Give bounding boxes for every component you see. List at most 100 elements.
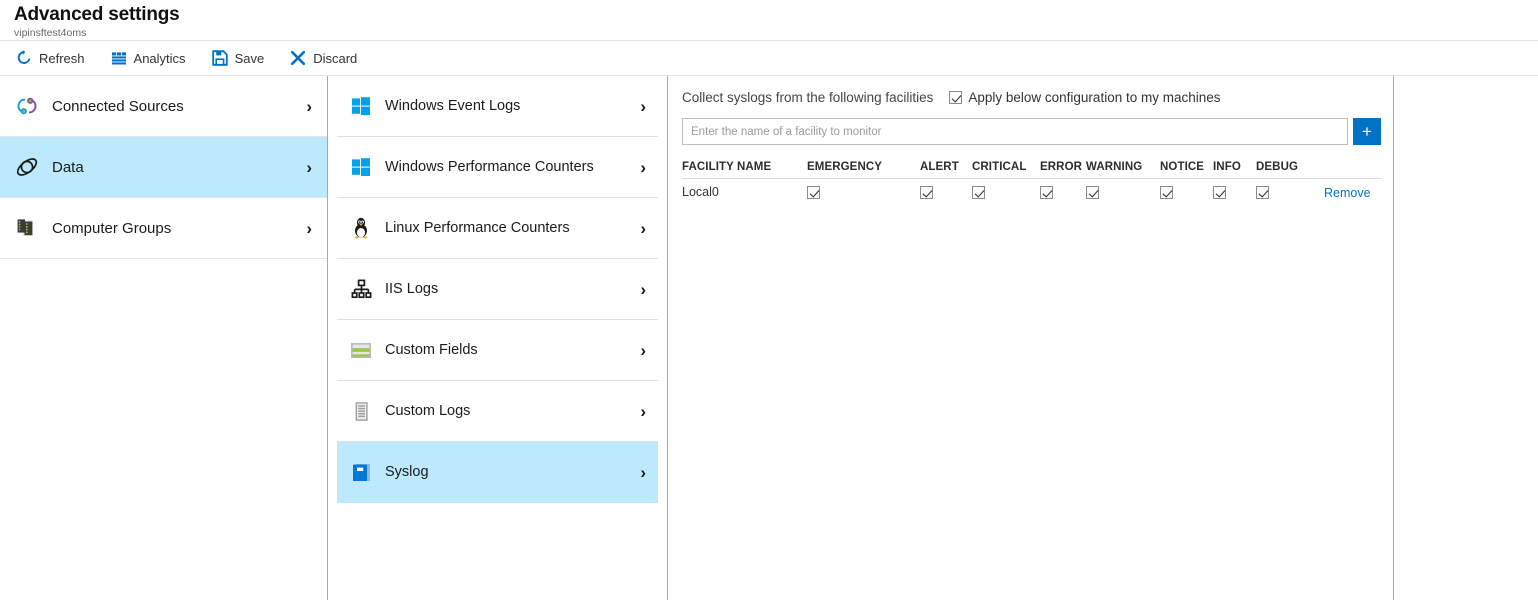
source-item-label: Windows Performance Counters bbox=[385, 159, 640, 175]
windows-icon bbox=[349, 94, 373, 118]
facility-entry-row: + bbox=[682, 118, 1381, 145]
command-bar: Refresh Analytics Save bbox=[0, 41, 1538, 76]
sidebar-item-label: Computer Groups bbox=[52, 220, 306, 237]
chevron-right-icon: › bbox=[306, 220, 314, 237]
column-header-facility-name: FACILITY NAME bbox=[682, 161, 807, 179]
source-item-label: Linux Performance Counters bbox=[385, 220, 640, 236]
syslog-detail-pane: Collect syslogs from the following facil… bbox=[668, 76, 1538, 600]
chevron-right-icon: › bbox=[306, 159, 314, 176]
facility-name-cell: Local0 bbox=[682, 179, 807, 203]
source-item-label: Syslog bbox=[385, 464, 640, 480]
chevron-right-icon: › bbox=[640, 281, 648, 298]
source-item-syslog[interactable]: Syslog › bbox=[337, 442, 658, 503]
windows-icon bbox=[349, 155, 373, 179]
level-cell-alert bbox=[920, 179, 972, 203]
apply-configuration-checkbox[interactable] bbox=[949, 91, 962, 104]
column-header-notice: NOTICE bbox=[1160, 161, 1213, 179]
syslog-detail-inner: Collect syslogs from the following facil… bbox=[668, 76, 1394, 600]
source-item-windows-event-logs[interactable]: Windows Event Logs › bbox=[337, 76, 658, 137]
chevron-right-icon: › bbox=[640, 464, 648, 481]
connected-sources-icon bbox=[14, 93, 40, 119]
source-item-label: Custom Fields bbox=[385, 342, 640, 358]
syslog-book-icon bbox=[349, 460, 373, 484]
chevron-right-icon: › bbox=[640, 403, 648, 420]
refresh-icon bbox=[16, 50, 32, 66]
level-cell-notice bbox=[1160, 179, 1213, 203]
page-header: Advanced settings vipinsftest4oms bbox=[0, 0, 1538, 41]
save-label: Save bbox=[235, 51, 265, 66]
sidebar-item-computer-groups[interactable]: Computer Groups › bbox=[0, 198, 327, 259]
chevron-right-icon: › bbox=[306, 98, 314, 115]
refresh-button[interactable]: Refresh bbox=[16, 45, 85, 71]
analytics-label: Analytics bbox=[134, 51, 186, 66]
level-checkbox-warning[interactable] bbox=[1086, 186, 1099, 199]
remove-facility-link[interactable]: Remove bbox=[1324, 186, 1371, 200]
chevron-right-icon: › bbox=[640, 220, 648, 237]
discard-label: Discard bbox=[313, 51, 357, 66]
level-checkbox-error[interactable] bbox=[1040, 186, 1053, 199]
level-checkbox-emergency[interactable] bbox=[807, 186, 820, 199]
save-icon bbox=[212, 50, 228, 66]
refresh-label: Refresh bbox=[39, 51, 85, 66]
custom-fields-icon bbox=[349, 338, 373, 362]
source-item-windows-performance-counters[interactable]: Windows Performance Counters › bbox=[337, 137, 658, 198]
table-row: Local0 Remove bbox=[682, 179, 1381, 203]
column-header-debug: DEBUG bbox=[1256, 161, 1324, 179]
source-item-label: Windows Event Logs bbox=[385, 98, 640, 114]
source-item-iis-logs[interactable]: IIS Logs › bbox=[337, 259, 658, 320]
collect-facilities-label: Collect syslogs from the following facil… bbox=[682, 90, 933, 105]
source-item-custom-fields[interactable]: Custom Fields › bbox=[337, 320, 658, 381]
column-header-error: ERROR bbox=[1040, 161, 1086, 179]
linux-penguin-icon bbox=[349, 216, 373, 240]
collect-config-row: Collect syslogs from the following facil… bbox=[682, 87, 1393, 108]
analytics-icon bbox=[111, 50, 127, 66]
level-checkbox-alert[interactable] bbox=[920, 186, 933, 199]
discard-button[interactable]: Discard bbox=[290, 45, 357, 71]
facility-table: FACILITY NAME EMERGENCY ALERT CRITICAL E… bbox=[682, 161, 1381, 202]
column-header-info: INFO bbox=[1213, 161, 1256, 179]
remove-cell: Remove bbox=[1324, 179, 1381, 203]
sidebar-item-connected-sources[interactable]: Connected Sources › bbox=[0, 76, 327, 137]
level-cell-error bbox=[1040, 179, 1086, 203]
data-atom-icon bbox=[14, 154, 40, 180]
source-item-label: Custom Logs bbox=[385, 403, 640, 419]
chevron-right-icon: › bbox=[640, 98, 648, 115]
workspace-name: vipinsftest4oms bbox=[14, 27, 1538, 40]
column-header-critical: CRITICAL bbox=[972, 161, 1040, 179]
save-button[interactable]: Save bbox=[212, 45, 265, 71]
apply-configuration-toggle[interactable]: Apply below configuration to my machines bbox=[949, 90, 1220, 105]
sitemap-icon bbox=[349, 277, 373, 301]
column-header-emergency: EMERGENCY bbox=[807, 161, 920, 179]
source-item-linux-performance-counters[interactable]: Linux Performance Counters › bbox=[337, 198, 658, 259]
analytics-button[interactable]: Analytics bbox=[111, 45, 186, 71]
chevron-right-icon: › bbox=[640, 159, 648, 176]
level-checkbox-critical[interactable] bbox=[972, 186, 985, 199]
apply-configuration-label: Apply below configuration to my machines bbox=[968, 90, 1220, 105]
data-source-list: Windows Event Logs › Windows Performance… bbox=[328, 76, 668, 600]
level-cell-debug bbox=[1256, 179, 1324, 203]
source-item-custom-logs[interactable]: Custom Logs › bbox=[337, 381, 658, 442]
sidebar-item-data[interactable]: Data › bbox=[0, 137, 327, 198]
discard-icon bbox=[290, 50, 306, 66]
page-title: Advanced settings bbox=[14, 4, 1538, 26]
custom-logs-icon bbox=[349, 399, 373, 423]
chevron-right-icon: › bbox=[640, 342, 648, 359]
level-checkbox-debug[interactable] bbox=[1256, 186, 1269, 199]
level-cell-emergency bbox=[807, 179, 920, 203]
column-header-warning: WARNING bbox=[1086, 161, 1160, 179]
computer-groups-icon bbox=[14, 215, 40, 241]
column-header-alert: ALERT bbox=[920, 161, 972, 179]
level-checkbox-info[interactable] bbox=[1213, 186, 1226, 199]
column-header-actions bbox=[1324, 161, 1381, 179]
source-item-label: IIS Logs bbox=[385, 281, 640, 297]
body-area: Connected Sources › Data › bbox=[0, 76, 1538, 600]
sidebar-item-label: Data bbox=[52, 159, 306, 176]
level-checkbox-notice[interactable] bbox=[1160, 186, 1173, 199]
sidebar-item-label: Connected Sources bbox=[52, 98, 306, 115]
table-header-row: FACILITY NAME EMERGENCY ALERT CRITICAL E… bbox=[682, 161, 1381, 179]
level-cell-warning bbox=[1086, 179, 1160, 203]
add-facility-button[interactable]: + bbox=[1353, 118, 1381, 145]
level-cell-info bbox=[1213, 179, 1256, 203]
level-cell-critical bbox=[972, 179, 1040, 203]
facility-name-input[interactable] bbox=[682, 118, 1348, 145]
